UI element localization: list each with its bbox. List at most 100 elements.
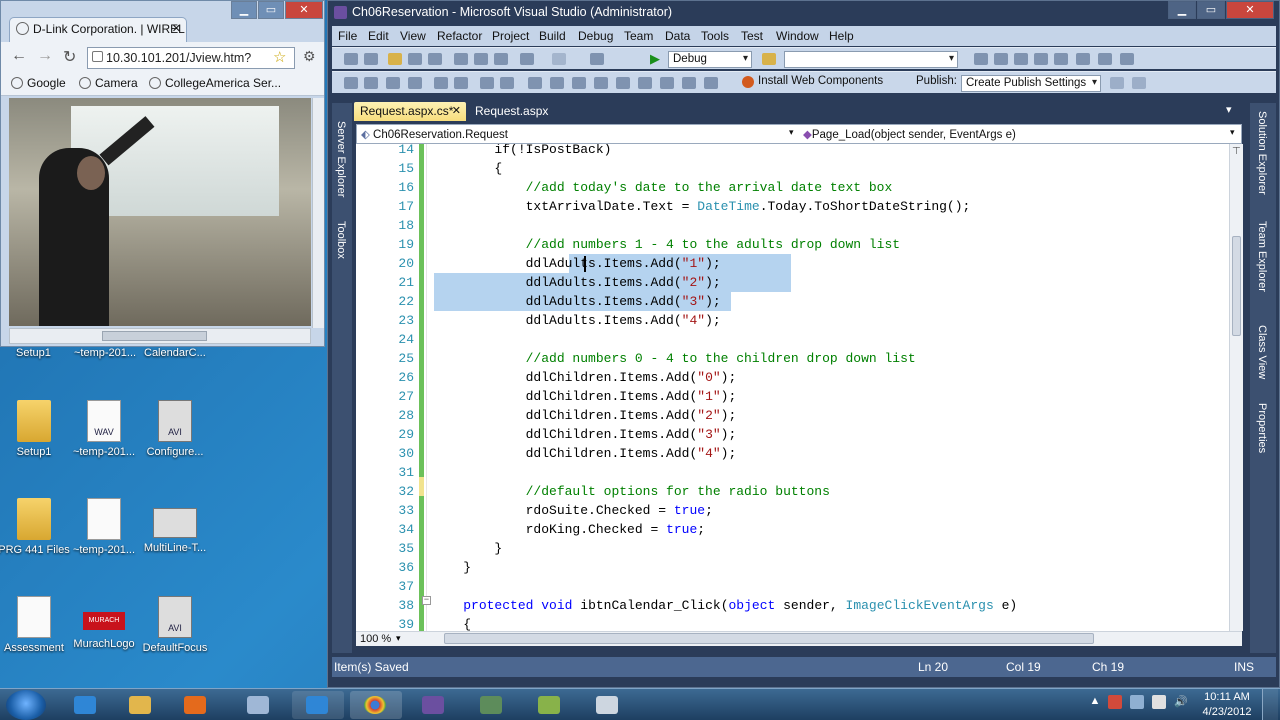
- class-combo[interactable]: ⬖ Ch06Reservation.Request: [361, 127, 508, 141]
- taskbar-app[interactable]: [233, 691, 285, 719]
- extension-manager-icon[interactable]: [1076, 53, 1090, 65]
- show-desktop-button[interactable]: [1262, 689, 1278, 720]
- cut-icon[interactable]: [454, 53, 468, 65]
- save-icon[interactable]: [408, 53, 422, 65]
- maximize-button[interactable]: ▭: [1197, 1, 1225, 19]
- code-line[interactable]: 20 ddlAdults.Items.Add("1");: [356, 254, 1229, 273]
- paste-icon[interactable]: [494, 53, 508, 65]
- code-line[interactable]: 38 protected void ibtnCalendar_Click(obj…: [356, 596, 1229, 615]
- solution-configuration-combo[interactable]: Debug: [668, 51, 752, 68]
- scroll-thumb[interactable]: [1232, 236, 1241, 336]
- code-line[interactable]: 32 //default options for the radio butto…: [356, 482, 1229, 501]
- menu-refactor[interactable]: Refactor: [437, 29, 482, 43]
- scroll-thumb[interactable]: [102, 331, 207, 341]
- code-line[interactable]: 14 if(!IsPostBack): [356, 144, 1229, 159]
- code-line[interactable]: 23 ddlAdults.Items.Add("4");: [356, 311, 1229, 330]
- tab-request-aspx[interactable]: Request.aspx: [469, 102, 551, 121]
- publish-settings-combo[interactable]: Create Publish Settings: [961, 75, 1101, 92]
- server-explorer-tab[interactable]: Server Explorer: [335, 121, 347, 197]
- splitter-icon[interactable]: ⊤: [1232, 146, 1241, 157]
- bookmark-clear-icon[interactable]: [594, 77, 608, 89]
- horizontal-scrollbar[interactable]: [9, 328, 311, 344]
- solution-explorer-icon[interactable]: [974, 53, 988, 65]
- browser-tab[interactable]: D-Link Corporation. | WIREL ✕: [9, 17, 187, 42]
- close-icon[interactable]: ✕: [452, 104, 461, 117]
- desktop-icon-setup1[interactable]: Setup1: [0, 400, 70, 458]
- desktop-icon-prg441[interactable]: PRG 441 Files: [0, 498, 70, 556]
- align-icon[interactable]: [434, 77, 448, 89]
- taskbar-app-4[interactable]: [582, 691, 634, 719]
- properties-icon[interactable]: [994, 53, 1008, 65]
- desktop-icon-multiline[interactable]: MultiLine-T...: [139, 498, 211, 554]
- zoom-combo[interactable]: 100 %: [360, 633, 391, 645]
- star-icon[interactable]: ☆: [273, 48, 286, 66]
- clock-time[interactable]: 10:11 AM: [1202, 691, 1252, 703]
- object-browser-icon[interactable]: [1014, 53, 1028, 65]
- bookmark-folder-icon[interactable]: [616, 77, 630, 89]
- taskbar-explorer[interactable]: [115, 691, 167, 719]
- bookmark-google[interactable]: Google: [11, 76, 66, 90]
- bookmark-icon[interactable]: [528, 77, 542, 89]
- toolbox-icon[interactable]: [1034, 53, 1048, 65]
- desktop-icon-defaultfocus[interactable]: AVI DefaultFocus: [139, 596, 211, 654]
- start-page-icon[interactable]: [1054, 53, 1068, 65]
- menu-help[interactable]: Help: [829, 29, 854, 43]
- publish-web-icon[interactable]: [1110, 77, 1124, 89]
- display-icon[interactable]: [1130, 695, 1144, 709]
- tab-overflow-icon[interactable]: ▾: [1226, 103, 1232, 116]
- address-bar[interactable]: 10.30.101.201/Jview.htm?: [87, 47, 295, 69]
- desktop-icon-wav[interactable]: WAV ~temp-201...: [68, 400, 140, 458]
- new-project-icon[interactable]: [344, 53, 358, 65]
- bookmark-folder-icon[interactable]: [638, 77, 652, 89]
- code-line[interactable]: 35 }: [356, 539, 1229, 558]
- bookmark-prev-icon[interactable]: [550, 77, 564, 89]
- clock-date[interactable]: 4/23/2012: [1202, 706, 1252, 718]
- taskbar-chrome[interactable]: [350, 691, 402, 719]
- code-line[interactable]: 22 ddlAdults.Items.Add("3");: [356, 292, 1229, 311]
- taskbar-visual-studio[interactable]: [408, 691, 460, 719]
- close-button[interactable]: ✕: [285, 1, 323, 19]
- format-icon[interactable]: [344, 77, 358, 89]
- toolbox-tab[interactable]: Toolbox: [335, 221, 347, 259]
- find-combo[interactable]: [784, 51, 958, 68]
- menu-test[interactable]: Test: [741, 29, 763, 43]
- bookmark-folder-icon[interactable]: [660, 77, 674, 89]
- code-line[interactable]: 30 ddlChildren.Items.Add("4");: [356, 444, 1229, 463]
- bookmark-folder-icon[interactable]: [704, 77, 718, 89]
- taskbar-media-player[interactable]: [170, 691, 222, 719]
- taskbar-ie[interactable]: [60, 691, 112, 719]
- code-line[interactable]: 16 //add today's date to the arrival dat…: [356, 178, 1229, 197]
- desktop-icon-configure[interactable]: AVI Configure...: [139, 400, 211, 458]
- code-line[interactable]: 15 {: [356, 159, 1229, 178]
- start-debugging-icon[interactable]: ▶: [650, 51, 660, 67]
- code-line[interactable]: 36 }: [356, 558, 1229, 577]
- code-line[interactable]: 26 ddlChildren.Items.Add("0");: [356, 368, 1229, 387]
- bookmark-camera[interactable]: Camera: [79, 76, 138, 90]
- chevron-down-icon[interactable]: ▾: [396, 633, 401, 644]
- code-line[interactable]: 19 //add numbers 1 - 4 to the adults dro…: [356, 235, 1229, 254]
- bookmark-collegeamerica[interactable]: CollegeAmerica Ser...: [149, 76, 281, 90]
- code-line[interactable]: 34 rdoKing.Checked = true;: [356, 520, 1229, 539]
- navigate-back-icon[interactable]: [590, 53, 604, 65]
- menu-project[interactable]: Project: [492, 29, 529, 43]
- menu-file[interactable]: File: [338, 29, 357, 43]
- code-line[interactable]: 18: [356, 216, 1229, 235]
- code-editor[interactable]: − 14 if(!IsPostBack) 15 {16 //add today's…: [356, 144, 1229, 631]
- code-line[interactable]: 27 ddlChildren.Items.Add("1");: [356, 387, 1229, 406]
- action-center-icon[interactable]: [1108, 695, 1122, 709]
- copy-icon[interactable]: [474, 53, 488, 65]
- class-view-tab[interactable]: Class View: [1256, 325, 1268, 379]
- desktop-icon-assessment[interactable]: Assessment: [0, 596, 70, 654]
- start-button[interactable]: [6, 690, 46, 720]
- font-icon[interactable]: [386, 77, 400, 89]
- bookmark-folder-icon[interactable]: [682, 77, 696, 89]
- taskbar-app-3[interactable]: [524, 691, 576, 719]
- maximize-button[interactable]: ▭: [258, 1, 284, 19]
- find-in-files-icon[interactable]: [762, 53, 776, 65]
- comment-icon[interactable]: [480, 77, 494, 89]
- tab-request-aspx-cs[interactable]: Request.aspx.cs* ✕: [354, 102, 466, 121]
- add-item-icon[interactable]: [364, 53, 378, 65]
- horizontal-scroll-thumb[interactable]: [444, 633, 1094, 644]
- menu-debug[interactable]: Debug: [578, 29, 613, 43]
- wrench-icon[interactable]: ⚙: [303, 48, 316, 65]
